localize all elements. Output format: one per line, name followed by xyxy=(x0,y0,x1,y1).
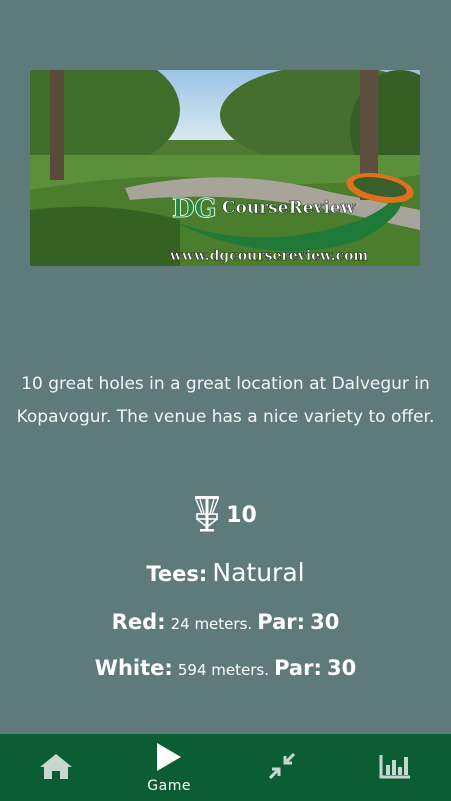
tee-par-value: 30 xyxy=(310,610,340,634)
tee-color: White: xyxy=(94,656,173,680)
compress-icon xyxy=(268,752,296,784)
nav-stats[interactable] xyxy=(338,734,451,801)
tee-par-value: 30 xyxy=(326,656,357,680)
tee-line-red: Red: 24 meters. Par: 30 xyxy=(0,610,451,634)
banner-url: www.dgcoursereview.com xyxy=(169,248,368,264)
chart-icon xyxy=(379,753,411,783)
nav-compress[interactable] xyxy=(226,734,339,801)
banner-brand-text: CourseReview xyxy=(222,198,356,218)
tee-par-label: Par: xyxy=(257,610,306,634)
bottom-navbar: Game xyxy=(0,734,451,801)
nav-home[interactable] xyxy=(0,734,113,801)
tees-value: Natural xyxy=(212,558,305,587)
banner-brand-dg: DG xyxy=(172,194,217,224)
tees-info: Tees: Natural xyxy=(0,558,451,587)
nav-game[interactable]: Game xyxy=(113,734,226,801)
home-icon xyxy=(39,752,73,784)
tee-line-white: White: 594 meters. Par: 30 xyxy=(0,656,451,680)
tee-distance: 594 meters. xyxy=(177,661,269,679)
disc-golf-basket-icon xyxy=(194,494,220,536)
tees-label: Tees: xyxy=(146,562,208,586)
play-icon xyxy=(155,742,183,776)
nav-game-label: Game xyxy=(147,777,191,794)
tee-par-label: Par: xyxy=(274,656,322,680)
holes-count: 10 xyxy=(0,494,451,536)
tee-distance: 24 meters. xyxy=(170,615,253,633)
course-banner-image: DG CourseReview www.dgcoursereview.com xyxy=(30,70,420,266)
tee-color: Red: xyxy=(111,610,166,634)
holes-number: 10 xyxy=(226,502,257,528)
course-description: 10 great holes in a great location at Da… xyxy=(16,374,435,427)
